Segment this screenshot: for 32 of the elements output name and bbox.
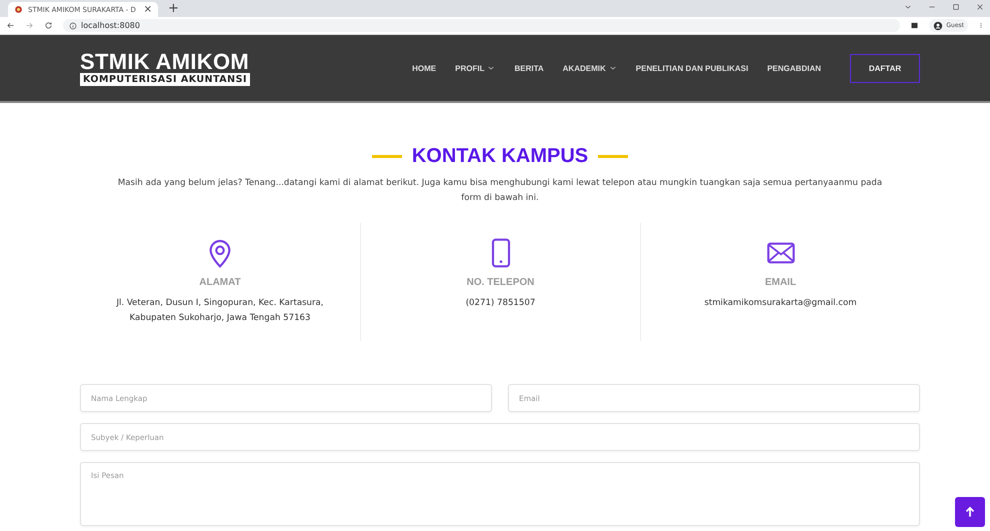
nav-link[interactable]: PROFIL xyxy=(455,64,496,72)
sidebar-icon xyxy=(910,21,920,30)
intro-text: Masih ada yang belum jelas? Tenang...datangi kami di alamat berikut. Juga kamu bisa menghubungi kami lewat telepon atau mungkin tuangkan saja semua pertanyaanmu pada form di bawah ini. xyxy=(116,177,884,205)
new-tab-button[interactable]: + xyxy=(168,2,179,16)
contact-label: NO. TELEPON xyxy=(466,277,534,288)
contact-value: stmikamikomsurakarta@gmail.com xyxy=(704,297,857,310)
url-text: localhost:8080 xyxy=(81,21,140,30)
maximize-icon xyxy=(952,3,960,11)
contact-label: EMAIL xyxy=(764,277,796,288)
contact-value: (0271) 7851507 xyxy=(466,297,536,310)
back-icon xyxy=(6,21,15,30)
reload-icon xyxy=(44,21,53,30)
forward-icon xyxy=(25,21,34,30)
arrow-up-icon xyxy=(963,505,977,519)
nav-link[interactable]: HOME xyxy=(412,64,436,72)
section-title: KONTAK KAMPUS xyxy=(412,145,588,168)
close-tab-button[interactable]: × xyxy=(144,4,152,14)
chevron-down-icon xyxy=(904,3,912,11)
nav-link[interactable]: PENGABDIAN xyxy=(767,64,821,72)
brand-tagline: KOMPUTERISASI AKUNTANSI xyxy=(80,72,250,86)
nav-link[interactable]: BERITA xyxy=(514,64,544,72)
close-icon xyxy=(976,3,984,11)
register-button[interactable]: DAFTAR xyxy=(850,54,920,82)
nav-link[interactable]: PENELITIAN DAN PUBLIKASI xyxy=(636,64,748,72)
scroll-top-button[interactable] xyxy=(955,497,985,527)
contact-value: Jl. Veteran, Dusun I, Singopuran, Kec. Kartasura, Kabupaten Sukoharjo, Jawa Tengah 57163 xyxy=(115,297,325,325)
info-icon xyxy=(69,22,77,30)
nav-link[interactable]: AKADEMIK xyxy=(562,64,617,72)
person-icon xyxy=(933,20,944,30)
contact-label: ALAMAT xyxy=(199,277,241,288)
address-bar[interactable]: localhost:8080 xyxy=(63,19,900,32)
brand-title[interactable]: STMIK AMIKOM xyxy=(80,50,249,72)
